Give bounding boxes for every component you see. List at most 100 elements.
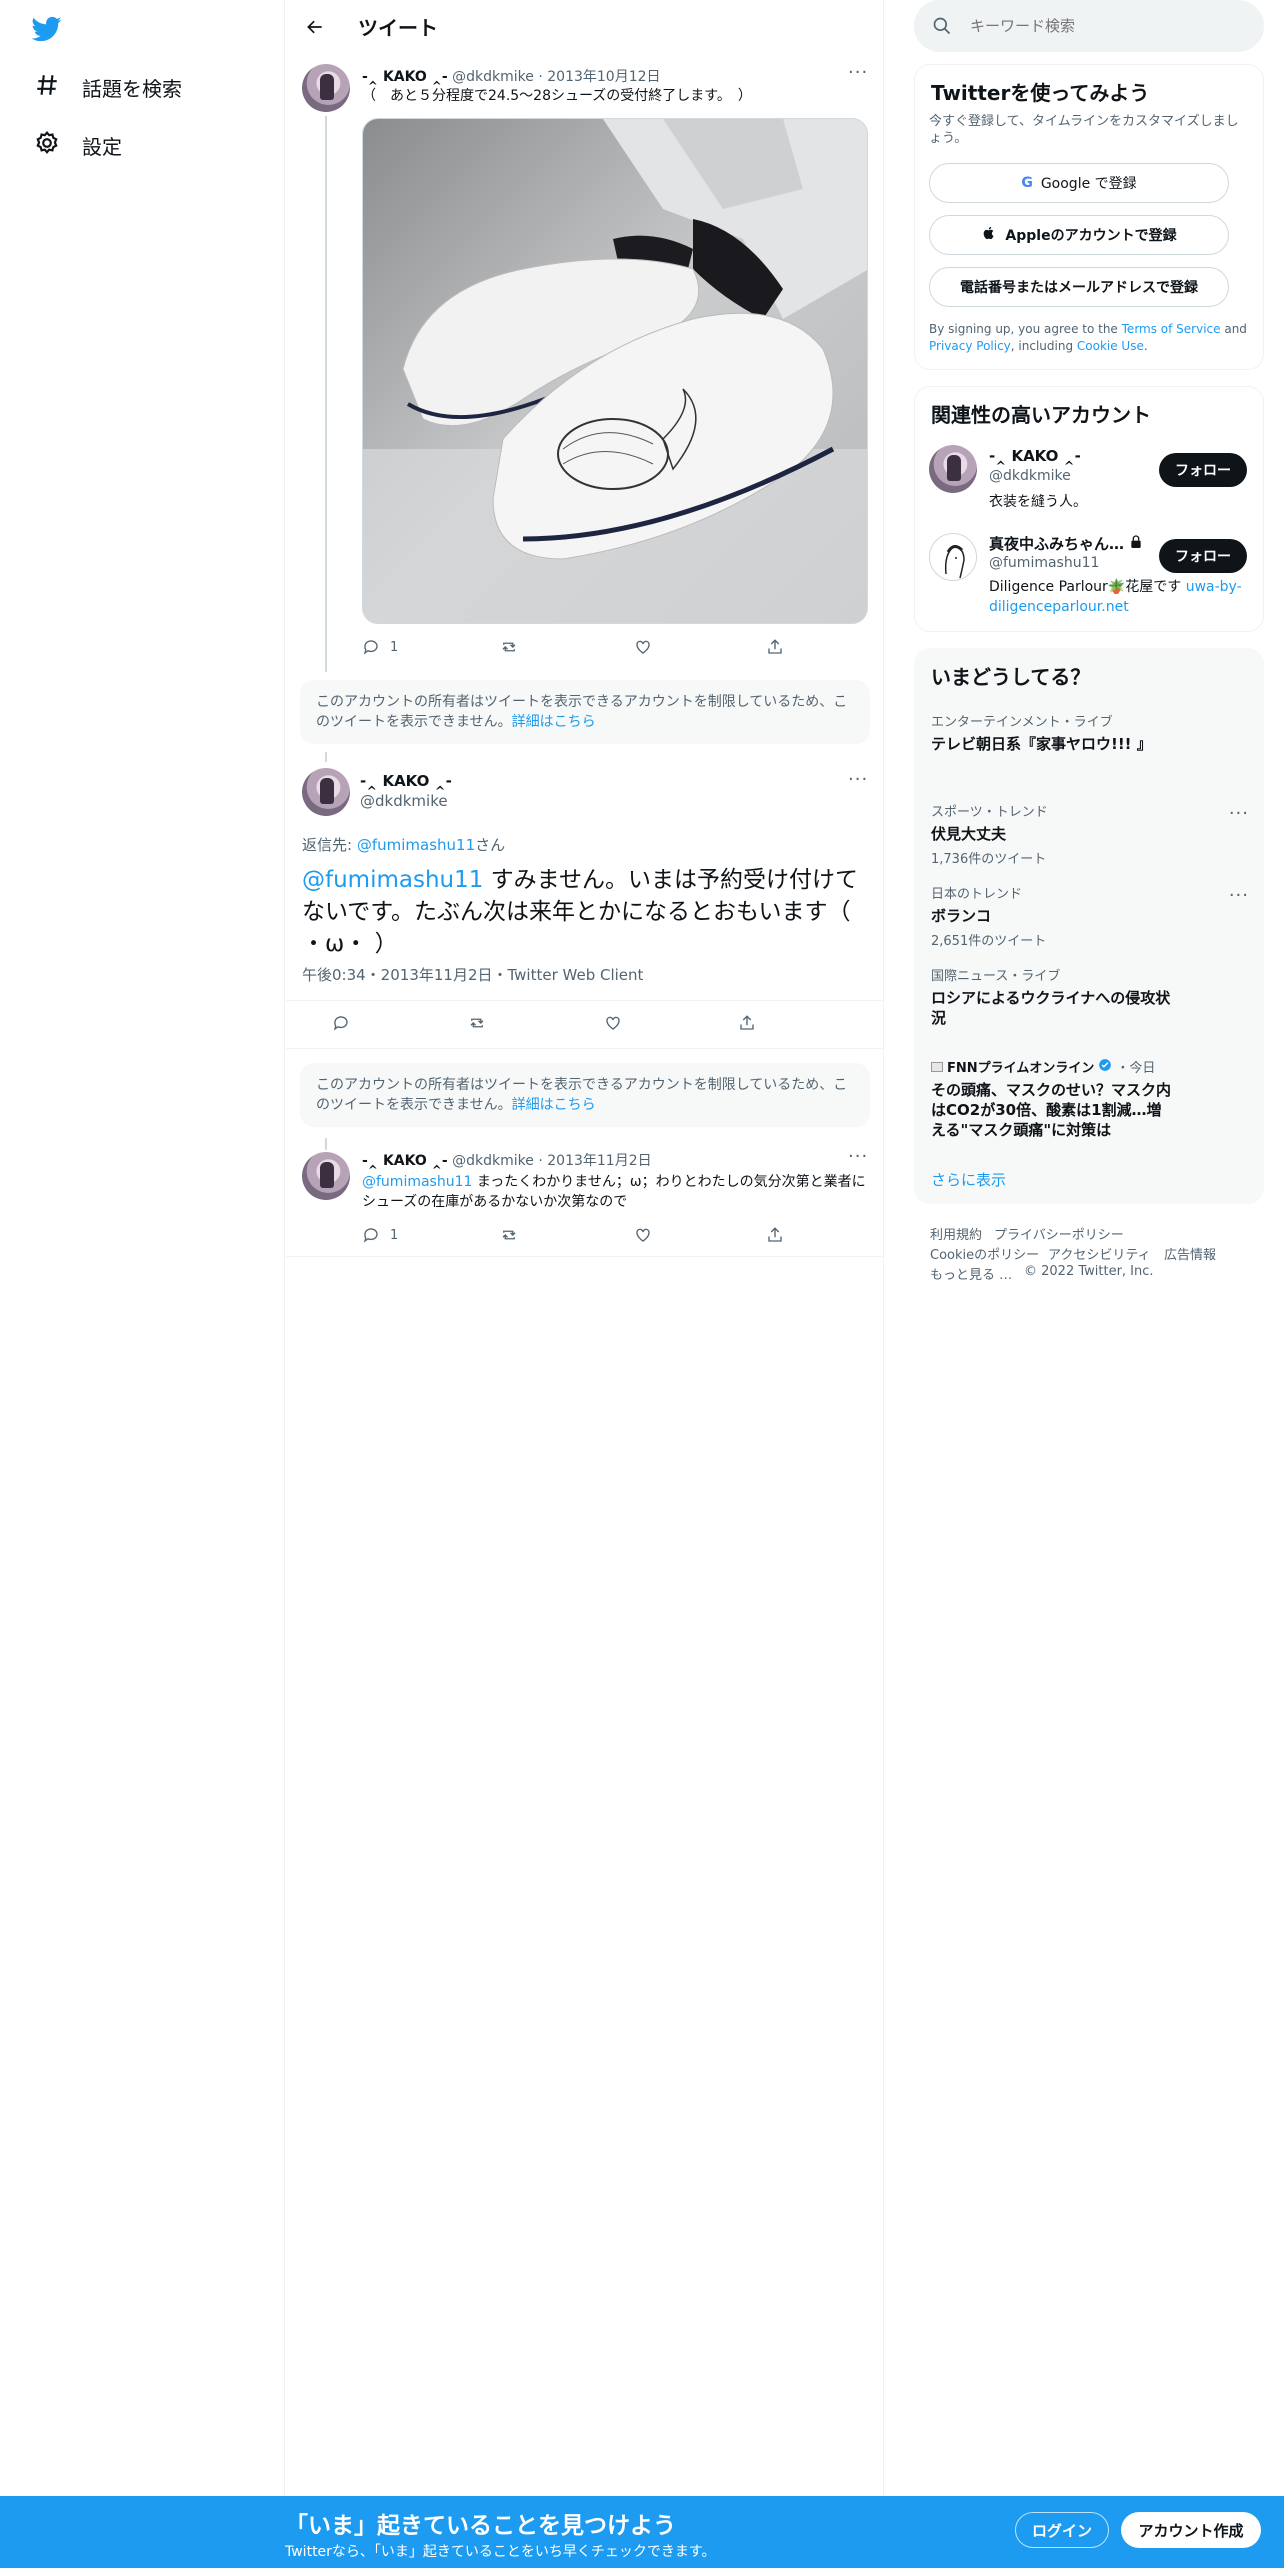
- more-icon[interactable]: ···: [848, 64, 868, 88]
- more-icon[interactable]: ···: [848, 1148, 868, 1172]
- restricted-notice: このアカウントの所有者はツイートを表示できるアカウントを制限しているため、このツ…: [300, 680, 870, 744]
- terms-prefix: By signing up, you agree to the: [929, 322, 1122, 336]
- retweet-button[interactable]: [500, 638, 518, 656]
- author-handle[interactable]: @dkdkmike: [360, 792, 448, 810]
- tweet-photo[interactable]: [362, 118, 868, 624]
- thread-line: [325, 752, 327, 762]
- nav-explore-label: 話題を検索: [82, 76, 182, 101]
- twitter-logo-icon[interactable]: [30, 14, 66, 44]
- signup-card-subtitle: 今すぐ登録して、タイムラインをカスタマイズしましょう。: [929, 114, 1239, 146]
- tweet-date[interactable]: 2013年10月12日: [547, 69, 660, 85]
- terms-of-service-link[interactable]: Terms of Service: [1122, 322, 1221, 336]
- related-accounts-title: 関連性の高いアカウント: [931, 403, 1151, 427]
- verified-icon: [1098, 1058, 1112, 1076]
- search-icon: [933, 17, 951, 35]
- reply-button[interactable]: 1: [362, 1226, 398, 1244]
- trend-item[interactable]: FNNプライムオンライン ・今日 その頭痛、マスクのせい？マスク内はCO2が30…: [931, 1057, 1171, 1140]
- reply-to-link[interactable]: @fumimashu11: [357, 836, 475, 854]
- like-button[interactable]: [634, 638, 652, 656]
- separator-dot: ·: [538, 1153, 543, 1169]
- phone-email-signup-button[interactable]: 電話番号またはメールアドレスで登録: [929, 267, 1229, 307]
- footer-accessibility-link[interactable]: アクセシビリティ: [1048, 1244, 1151, 1263]
- share-button[interactable]: [766, 638, 784, 656]
- avatar[interactable]: [302, 768, 350, 816]
- retweet-button[interactable]: [468, 1014, 486, 1032]
- nav-explore[interactable]: 話題を検索: [34, 67, 182, 107]
- footer-terms-link[interactable]: 利用規約: [930, 1224, 982, 1243]
- trend-title: その頭痛、マスクのせい？マスク内はCO2が30倍、酸素は1割減…増える"マスク頭…: [931, 1081, 1172, 1139]
- footer-more-link[interactable]: もっと見る …: [930, 1264, 1012, 1283]
- trend-item[interactable]: スポーツ・トレンド 伏見大丈夫 1,736件のツイート: [931, 801, 1251, 867]
- follow-button[interactable]: フォロー: [1159, 539, 1247, 573]
- account-name[interactable]: 真夜中ふみちゃん…: [989, 533, 1144, 554]
- trend-title: ロシアによるウクライナへの侵攻状況: [931, 989, 1171, 1027]
- terms-including: , including: [1010, 339, 1077, 353]
- more-icon[interactable]: ···: [848, 771, 868, 795]
- restricted-notice: このアカウントの所有者はツイートを表示できるアカウントを制限しているため、このツ…: [300, 1063, 870, 1127]
- avatar[interactable]: [929, 533, 977, 581]
- signup-button[interactable]: アカウント作成: [1121, 2512, 1261, 2548]
- news-source-icon: [931, 1061, 943, 1072]
- like-button[interactable]: [604, 1014, 622, 1032]
- footer-privacy-link[interactable]: プライバシーポリシー: [994, 1224, 1124, 1243]
- back-button[interactable]: [300, 12, 330, 42]
- avatar[interactable]: [302, 64, 350, 112]
- account-handle[interactable]: @dkdkmike: [989, 468, 1071, 484]
- notice-learn-more-link[interactable]: 詳細はこちら: [512, 1097, 596, 1113]
- account-bio: Diligence Parlour🪴花屋です uwa-by-diligencep…: [989, 577, 1249, 617]
- share-button[interactable]: [766, 1226, 784, 1244]
- share-button[interactable]: [738, 1014, 756, 1032]
- reply-button[interactable]: [332, 1014, 350, 1032]
- author-name-text: -‸ KAKO ‸-: [360, 772, 452, 790]
- avatar[interactable]: [929, 445, 977, 493]
- trend-item[interactable]: エンターテインメント・ライブ テレビ朝日系『家事ヤロウ!!! 』: [931, 711, 1251, 754]
- follow-button[interactable]: フォロー: [1159, 453, 1247, 487]
- more-icon[interactable]: ···: [1229, 805, 1249, 823]
- tweet-meta[interactable]: 午後0:34・2013年11月2日・Twitter Web Client: [302, 964, 643, 985]
- tweet-date[interactable]: 2013年11月2日: [547, 1153, 651, 1169]
- reply-to-line: 返信先: @fumimashu11さん: [302, 834, 505, 855]
- mention-link[interactable]: @fumimashu11: [362, 1174, 472, 1190]
- retweet-icon: [470, 1018, 484, 1028]
- login-button[interactable]: ログイン: [1015, 2512, 1109, 2548]
- apple-signup-button[interactable]: Appleのアカウントで登録: [929, 215, 1229, 255]
- signup-card-title: Twitterを使ってみよう: [931, 81, 1150, 105]
- show-more-link[interactable]: さらに表示: [931, 1169, 1006, 1190]
- mention-link[interactable]: @fumimashu11: [302, 867, 483, 893]
- footer-cookie-link[interactable]: Cookieのポリシー: [930, 1244, 1039, 1263]
- account-handle[interactable]: @fumimashu11: [989, 555, 1099, 571]
- heart-icon: [606, 1016, 620, 1030]
- trend-item[interactable]: 日本のトレンド ボランコ 2,651件のツイート: [931, 883, 1251, 949]
- tweet-actions: 1: [362, 1226, 868, 1246]
- trend-category: スポーツ・トレンド: [931, 805, 1048, 820]
- google-icon: G: [1021, 175, 1033, 191]
- author-name[interactable]: -‸ KAKO ‸-: [360, 772, 452, 790]
- heart-icon: [636, 1228, 650, 1242]
- heart-icon: [636, 640, 650, 654]
- more-icon[interactable]: ···: [1229, 887, 1249, 905]
- google-signup-label: Google で登録: [1040, 176, 1137, 192]
- author-handle[interactable]: @dkdkmike: [452, 69, 534, 85]
- reply-button[interactable]: 1: [362, 638, 398, 656]
- cookie-use-link[interactable]: Cookie Use: [1077, 339, 1144, 353]
- author-handle[interactable]: @dkdkmike: [452, 1153, 534, 1169]
- account-name[interactable]: -‸ KAKO ‸-: [989, 447, 1081, 465]
- author-name[interactable]: -‸ KAKO ‸-: [362, 69, 448, 85]
- avatar[interactable]: [302, 1152, 350, 1200]
- like-button[interactable]: [634, 1226, 652, 1244]
- nav-settings[interactable]: 設定: [34, 125, 122, 165]
- search-input[interactable]: [970, 13, 1240, 39]
- login-label: ログイン: [1031, 2521, 1092, 2540]
- trend-source-name: FNNプライムオンライン: [947, 1061, 1095, 1076]
- google-signup-button[interactable]: G Google で登録: [929, 163, 1229, 203]
- terms-period: .: [1143, 339, 1148, 353]
- trend-item[interactable]: 国際ニュース・ライブ ロシアによるウクライナへの侵攻状況: [931, 965, 1171, 1028]
- notice-learn-more-link[interactable]: 詳細はこちら: [512, 714, 596, 730]
- author-name[interactable]: -‸ KAKO ‸-: [362, 1153, 448, 1169]
- search-box[interactable]: [914, 0, 1264, 52]
- footer-ads-link[interactable]: 広告情報: [1164, 1244, 1216, 1263]
- tweet-header: -‸ KAKO ‸- @dkdkmike · 2013年10月12日: [362, 66, 661, 86]
- privacy-policy-link[interactable]: Privacy Policy: [929, 339, 1011, 353]
- retweet-button[interactable]: [500, 1226, 518, 1244]
- bottom-bar-title: 「いま」起きていることを見つけよう: [285, 2513, 676, 2539]
